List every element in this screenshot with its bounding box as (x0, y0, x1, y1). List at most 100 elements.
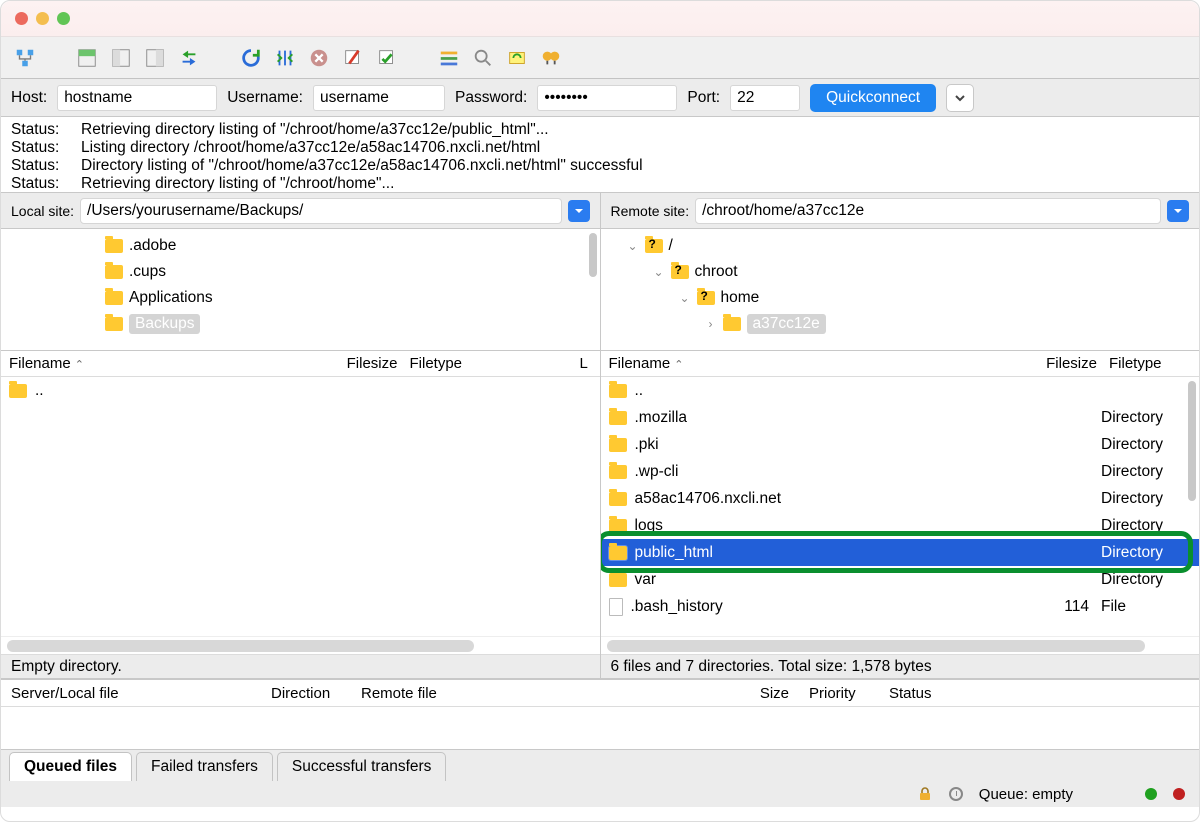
cancel-icon[interactable] (305, 44, 333, 72)
filter-icon[interactable] (435, 44, 463, 72)
qcol-status[interactable]: Status (889, 685, 1189, 702)
tree-item-label: .cups (129, 263, 166, 281)
local-pane: .adobe .cups Applications Backups Filena… (1, 229, 600, 678)
file-name: logs (635, 517, 663, 535)
tab-successful-transfers[interactable]: Successful transfers (277, 752, 447, 781)
remote-file-header[interactable]: Filename⌃ Filesize Filetype (601, 351, 1200, 377)
file-type: Directory (1101, 517, 1191, 535)
local-site-dropdown[interactable] (568, 200, 590, 222)
qcol-server[interactable]: Server/Local file (11, 685, 271, 702)
file-row[interactable]: logs Directory (601, 512, 1200, 539)
qcol-size[interactable]: Size (749, 685, 809, 702)
scrollbar-thumb[interactable] (607, 640, 1146, 652)
scrollbar-thumb[interactable] (589, 233, 597, 277)
file-row[interactable]: .. (1, 377, 600, 404)
local-directory-tree[interactable]: .adobe .cups Applications Backups (1, 229, 600, 351)
refresh-icon[interactable] (237, 44, 265, 72)
file-row[interactable]: .bash_history 114 File (601, 593, 1200, 620)
col-filename[interactable]: Filename⌃ (609, 355, 1040, 372)
local-file-list[interactable]: .. (1, 377, 600, 636)
sync-browse-icon[interactable] (503, 44, 531, 72)
scrollbar-thumb[interactable] (1188, 381, 1196, 501)
remote-status-line: 6 files and 7 directories. Total size: 1… (601, 654, 1200, 678)
tab-queued-files[interactable]: Queued files (9, 752, 132, 781)
port-input[interactable] (730, 85, 800, 111)
folder-icon (609, 573, 627, 587)
file-name: .. (635, 382, 644, 400)
tree-item-label: chroot (695, 263, 738, 281)
window-close-button[interactable] (15, 12, 28, 25)
tree-item[interactable]: Backups (9, 311, 592, 337)
window-zoom-button[interactable] (57, 12, 70, 25)
file-row[interactable]: .. (601, 377, 1200, 404)
toggle-remote-tree-icon[interactable] (141, 44, 169, 72)
folder-icon (9, 384, 27, 398)
tree-item[interactable]: Applications (9, 285, 592, 311)
remote-hscrollbar[interactable] (601, 636, 1200, 654)
col-filesize[interactable]: Filesize (1039, 355, 1109, 372)
process-queue-icon[interactable] (271, 44, 299, 72)
file-name: public_html (635, 544, 713, 562)
tree-item[interactable]: ⌄ / (609, 233, 1192, 259)
folder-icon (671, 265, 689, 279)
quickconnect-history-dropdown[interactable] (946, 84, 974, 112)
tree-item[interactable]: ⌄ chroot (609, 259, 1192, 285)
remote-file-list[interactable]: .. .mozilla Directory.pki Directory.wp-c… (601, 377, 1200, 636)
file-row[interactable]: a58ac14706.nxcli.net Directory (601, 485, 1200, 512)
local-file-header[interactable]: Filename⌃ Filesize Filetype L (1, 351, 600, 377)
toggle-log-icon[interactable] (73, 44, 101, 72)
qcol-priority[interactable]: Priority (809, 685, 889, 702)
col-filetype[interactable]: Filetype (410, 355, 580, 372)
folder-icon (609, 384, 627, 398)
reconnect-icon[interactable] (373, 44, 401, 72)
tree-item[interactable]: .adobe (9, 233, 592, 259)
site-path-row: Local site: Remote site: (1, 193, 1199, 229)
host-input[interactable] (57, 85, 217, 111)
file-row[interactable]: public_html Directory (601, 539, 1200, 566)
transfer-queue-header[interactable]: Server/Local file Direction Remote file … (1, 679, 1199, 707)
chevron-icon[interactable]: ⌄ (679, 291, 691, 305)
toggle-queue-icon[interactable] (175, 44, 203, 72)
file-row[interactable]: .wp-cli Directory (601, 458, 1200, 485)
file-size: 114 (1043, 598, 1093, 616)
folder-icon (609, 546, 627, 560)
file-type: File (1101, 598, 1191, 616)
transfer-queue-list[interactable] (1, 707, 1199, 749)
tree-item[interactable]: ⌄ home (609, 285, 1192, 311)
remote-site-path-input[interactable] (695, 198, 1161, 224)
toggle-local-tree-icon[interactable] (107, 44, 135, 72)
site-manager-icon[interactable] (11, 44, 39, 72)
tab-failed-transfers[interactable]: Failed transfers (136, 752, 273, 781)
local-site-path-input[interactable] (80, 198, 561, 224)
col-filename[interactable]: Filename⌃ (9, 355, 340, 372)
folder-icon (609, 519, 627, 533)
file-row[interactable]: var Directory (601, 566, 1200, 593)
col-filesize[interactable]: Filesize (340, 355, 410, 372)
directory-compare-icon[interactable] (469, 44, 497, 72)
chevron-icon[interactable]: ⌄ (653, 265, 665, 279)
file-row[interactable]: .pki Directory (601, 431, 1200, 458)
folder-icon (609, 411, 627, 425)
search-icon[interactable] (537, 44, 565, 72)
tree-item[interactable]: › a37cc12e (609, 311, 1192, 337)
activity-indicator-send (1145, 788, 1157, 800)
tree-item[interactable]: .cups (9, 259, 592, 285)
password-input[interactable] (537, 85, 677, 111)
activity-indicator-recv (1173, 788, 1185, 800)
disconnect-icon[interactable] (339, 44, 367, 72)
chevron-icon[interactable]: ⌄ (627, 239, 639, 253)
window-minimize-button[interactable] (36, 12, 49, 25)
chevron-icon[interactable]: › (705, 317, 717, 331)
qcol-direction[interactable]: Direction (271, 685, 361, 702)
local-hscrollbar[interactable] (1, 636, 600, 654)
qcol-remote[interactable]: Remote file (361, 685, 749, 702)
message-log[interactable]: Status:Retrieving directory listing of "… (1, 117, 1199, 193)
col-lastmodified[interactable]: L (580, 355, 592, 372)
col-filetype[interactable]: Filetype (1109, 355, 1191, 372)
quickconnect-button[interactable]: Quickconnect (810, 84, 936, 112)
scrollbar-thumb[interactable] (7, 640, 474, 652)
remote-directory-tree[interactable]: ⌄ / ⌄ chroot ⌄ home › a37cc12e (601, 229, 1200, 351)
remote-site-dropdown[interactable] (1167, 200, 1189, 222)
username-input[interactable] (313, 85, 445, 111)
file-row[interactable]: .mozilla Directory (601, 404, 1200, 431)
